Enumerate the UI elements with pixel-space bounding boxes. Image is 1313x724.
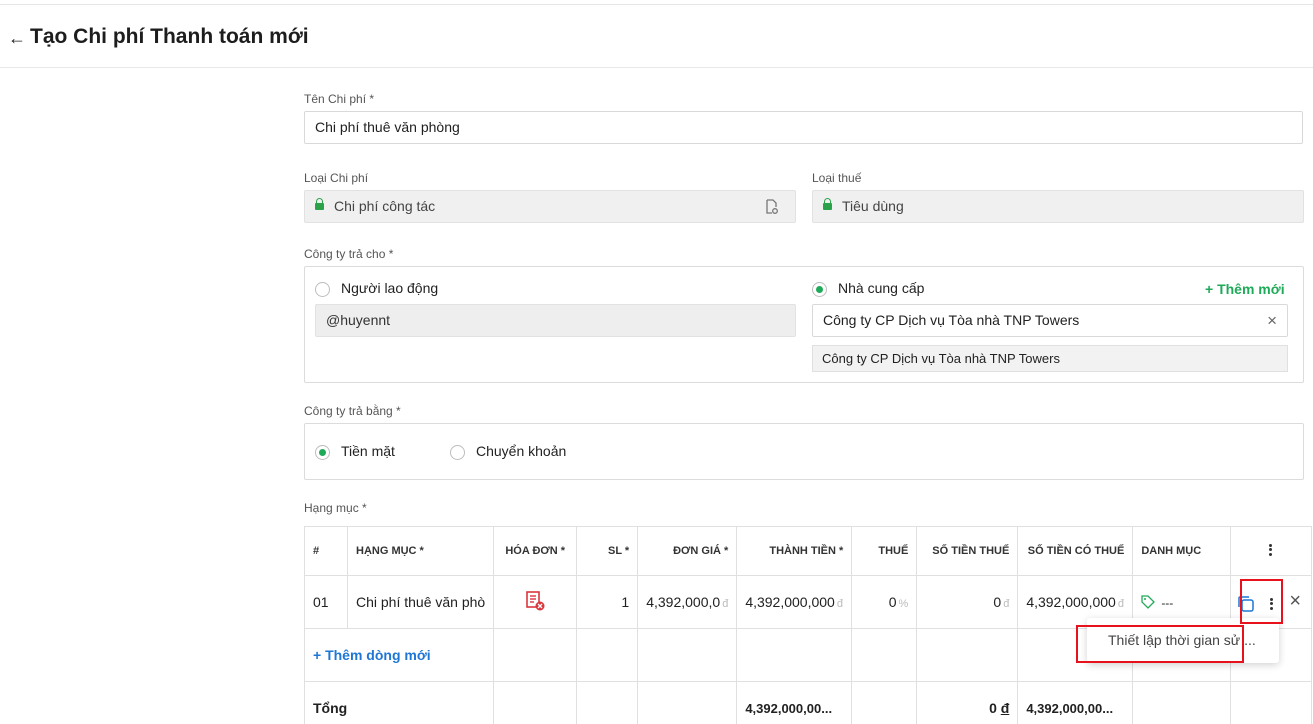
expense-name-input[interactable]: Chi phí thuê văn phòng [304, 111, 1303, 144]
radio-cash[interactable] [315, 445, 330, 460]
sum-tax-amount-cell: 0 đ [916, 681, 1019, 724]
expense-type-label: Loại Chi phí [304, 171, 369, 185]
row-category: --- [1161, 596, 1174, 610]
col-total: THÀNH TIỀN * [736, 526, 853, 576]
supplier-suggestion[interactable]: Công ty CP Dịch vụ Tòa nhà TNP Towers [812, 345, 1288, 372]
highlight-menu-item [1076, 625, 1244, 663]
employee-label: Người lao động [341, 280, 439, 296]
page-title: Tạo Chi phí Thanh toán mới [30, 25, 309, 48]
invoice-cell[interactable] [493, 575, 578, 629]
sum-with-tax: 4,392,000,00... [1017, 681, 1134, 724]
sum-label: Tổng [303, 681, 495, 724]
tax-type-field: Tiêu dùng [812, 190, 1304, 223]
items-label: Hạng mục * [304, 501, 367, 515]
currency-symbol: đ [836, 598, 843, 610]
sum-total: 4,392,000,00... [736, 681, 853, 724]
transfer-label: Chuyển khoản [476, 443, 567, 459]
expense-name-label: Tên Chi phí * [304, 92, 375, 106]
empty-cell [916, 628, 1019, 682]
sum-row: Tổng 4,392,000,00... 0 đ 4,392,000,00... [303, 681, 1313, 724]
currency-symbol: đ [1000, 700, 1010, 716]
document-settings-icon[interactable] [765, 199, 779, 215]
add-new-supplier-button[interactable]: + Thêm mới [1205, 281, 1285, 297]
row-qty[interactable]: 1 [576, 575, 639, 629]
remove-row-icon[interactable]: × [1289, 590, 1301, 613]
page-header: ← Tạo Chi phí Thanh toán mới [0, 5, 1313, 68]
radio-supplier[interactable] [812, 282, 827, 297]
radio-transfer[interactable] [450, 445, 465, 460]
row-with-tax: 4,392,000,000 [1026, 594, 1116, 610]
row-tax-amount: 0 [993, 594, 1002, 610]
back-arrow-icon[interactable]: ← [8, 28, 26, 49]
empty-cell [1230, 681, 1313, 724]
currency-symbol: đ [1003, 598, 1010, 610]
sum-tax-amount: 0 [989, 700, 997, 716]
empty-cell [576, 681, 639, 724]
supplier-input-value: Công ty CP Dịch vụ Tòa nhà TNP Towers [823, 312, 1080, 328]
currency-symbol: đ [1117, 598, 1124, 610]
supplier-label: Nhà cung cấp [838, 280, 925, 296]
row-unit-price-cell[interactable]: 4,392,000,0 đ [637, 575, 738, 629]
row-tax-cell[interactable]: 0% [851, 575, 918, 629]
add-row-button[interactable]: + Thêm dòng mới [313, 647, 431, 663]
expense-type-value: Chi phí công tác [334, 198, 436, 214]
cash-label: Tiền mặt [341, 443, 395, 459]
empty-cell [851, 628, 918, 682]
employee-input[interactable]: @huyennt [315, 304, 796, 337]
expense-type-field: Chi phí công tác [304, 190, 796, 223]
lock-icon [823, 198, 832, 210]
empty-cell [736, 628, 853, 682]
col-qty: SL * [576, 526, 639, 576]
pay-by-label: Công ty trả bằng * [304, 404, 401, 418]
row-tax-amount-cell[interactable]: 0đ [916, 575, 1019, 629]
tag-icon [1141, 595, 1156, 609]
tax-type-value: Tiêu dùng [842, 198, 904, 214]
percent-symbol: % [898, 598, 909, 610]
pay-to-label: Công ty trả cho * [304, 247, 394, 261]
col-unit-price: ĐƠN GIÁ * [637, 526, 738, 576]
column-settings-icon[interactable] [1230, 526, 1313, 576]
empty-cell [576, 628, 639, 682]
empty-cell [637, 681, 738, 724]
empty-cell [851, 681, 918, 724]
col-invoice: HÓA ĐƠN * [493, 526, 578, 576]
currency-symbol: đ [722, 598, 729, 610]
row-total: 4,392,000,000 [745, 594, 835, 610]
tax-type-label: Loại thuế [812, 171, 862, 185]
empty-cell [637, 628, 738, 682]
col-item: HẠNG MỤC * [346, 526, 495, 576]
col-tax-amount: SỐ TIỀN THUẾ [916, 526, 1019, 576]
col-category: DANH MỤC [1132, 526, 1232, 576]
lock-icon [315, 198, 324, 210]
empty-cell [1132, 681, 1232, 724]
clear-icon[interactable]: × [1267, 305, 1277, 336]
row-item-name[interactable]: Chi phí thuê văn phò [346, 575, 495, 629]
highlight-more-button [1240, 579, 1283, 624]
col-index: # [304, 526, 348, 576]
invoice-remove-icon[interactable] [524, 590, 546, 612]
add-row-cell: + Thêm dòng mới [303, 628, 495, 682]
radio-employee[interactable] [315, 282, 330, 297]
row-total-cell[interactable]: 4,392,000,000 đ [736, 575, 853, 629]
table-header-row: # HẠNG MỤC * HÓA ĐƠN * SL * ĐƠN GIÁ * TH… [304, 526, 1313, 576]
supplier-input[interactable]: Công ty CP Dịch vụ Tòa nhà TNP Towers × [812, 304, 1288, 337]
row-unit-price: 4,392,000,0 [646, 594, 721, 610]
row-index: 01 [304, 575, 348, 629]
empty-cell [493, 681, 578, 724]
row-tax: 0 [888, 594, 897, 610]
empty-cell [493, 628, 578, 682]
col-tax: THUẾ [851, 526, 918, 576]
col-with-tax: SỐ TIỀN CÓ THUẾ [1017, 526, 1134, 576]
